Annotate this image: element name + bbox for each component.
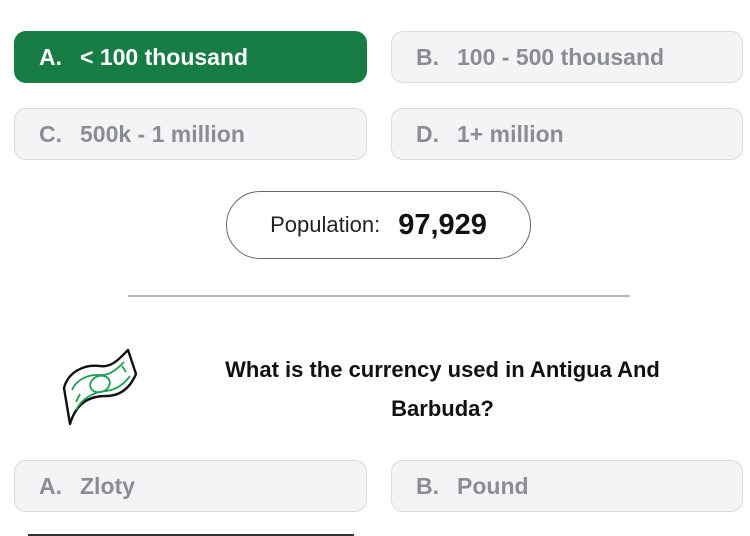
question-text: What is the currency used in Antigua And…	[225, 357, 660, 421]
money-bill-icon	[62, 348, 138, 426]
population-label: Population:	[270, 212, 381, 237]
option-label: 1+ million	[457, 120, 564, 147]
option-label: Zloty	[80, 472, 135, 499]
option-letter: B.	[416, 43, 439, 70]
option-letter: B.	[416, 472, 439, 499]
option-label: 100 - 500 thousand	[457, 43, 665, 70]
option-label: Pound	[457, 472, 529, 499]
option-letter: C.	[39, 120, 62, 147]
option-letter: A.	[39, 472, 62, 499]
option-a-button[interactable]: A. < 100 thousand	[14, 31, 367, 83]
option-a-button[interactable]: A. Zloty	[14, 460, 367, 512]
section-divider	[128, 295, 630, 297]
option-letter: D.	[416, 120, 439, 147]
option-letter: A.	[39, 43, 62, 70]
option-c-button[interactable]: C. 500k - 1 million	[14, 108, 367, 160]
option-b-button[interactable]: B. 100 - 500 thousand	[391, 31, 743, 83]
option-label: < 100 thousand	[80, 43, 249, 70]
option-d-button[interactable]: D. 1+ million	[391, 108, 743, 160]
population-value: 97,929	[398, 208, 487, 241]
option-b-button[interactable]: B. Pound	[391, 460, 743, 512]
option-label: 500k - 1 million	[80, 120, 245, 147]
population-badge: Population: 97,929	[226, 191, 531, 259]
